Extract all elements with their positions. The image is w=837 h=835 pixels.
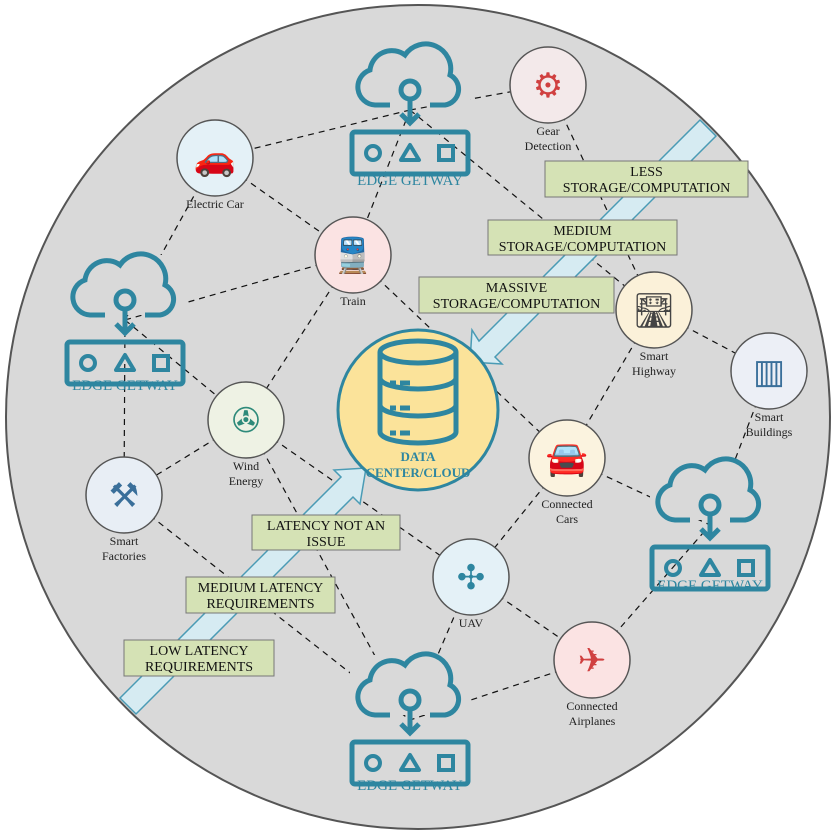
gear-icon: ⚙ <box>533 66 563 106</box>
node-ecar: 🚗 Electric Car <box>176 119 254 211</box>
node-label-line: Train <box>340 294 366 308</box>
connected-car-icon: 🚘 <box>546 439 588 479</box>
tier-label-line: LESS <box>630 165 663 180</box>
node-label-line: Gear <box>536 124 559 138</box>
tier-box-latency-none: LATENCY NOT ANISSUE <box>251 514 401 551</box>
drone-icon: ✣ <box>457 558 486 598</box>
robot-arm-icon: ⚒ <box>109 476 139 516</box>
data-center-label-line2: CENTER/CLOUD <box>366 465 471 480</box>
tier-label-line: ISSUE <box>307 535 346 550</box>
node-label-line: Airplanes <box>569 714 616 728</box>
node-label-line: Factories <box>102 549 146 563</box>
tier-box-massive: MASSIVESTORAGE/COMPUTATION <box>418 276 615 314</box>
gateway-label: EDGE GETWAY <box>72 378 178 394</box>
node-label-line: Cars <box>556 512 578 526</box>
tier-label-line: MASSIVE <box>486 281 547 296</box>
highway-icon: 🛣 <box>632 291 675 331</box>
tier-label-line: STORAGE/COMPUTATION <box>433 297 600 312</box>
tier-label-line: MEDIUM <box>553 224 612 239</box>
tier-label-line: STORAGE/COMPUTATION <box>563 181 730 196</box>
node-label-line: Smart <box>640 349 669 363</box>
data-center-label-line1: DATA <box>401 449 437 464</box>
tier-label-line: MEDIUM LATENCY <box>198 581 324 596</box>
tier-label-line: LATENCY NOT AN <box>267 519 385 534</box>
building-icon: ▥ <box>753 352 785 392</box>
tier-box-latency-low: LOW LATENCYREQUIREMENTS <box>123 639 275 677</box>
node-label-line: Buildings <box>746 425 793 439</box>
train-icon: 🚆 <box>332 236 374 276</box>
data-center: DATA CENTER/CLOUD <box>336 328 500 492</box>
tier-box-less: LESSSTORAGE/COMPUTATION <box>544 160 749 198</box>
node-label-line: Smart <box>755 410 784 424</box>
tier-box-latency-medium: MEDIUM LATENCYREQUIREMENTS <box>185 576 336 614</box>
electric-car-icon: 🚗 <box>194 139 236 179</box>
node-label-line: Smart <box>110 534 139 548</box>
node-label-line: Energy <box>229 474 263 488</box>
tier-label-line: REQUIREMENTS <box>145 660 253 675</box>
node-label-line: Detection <box>525 139 572 153</box>
gateway-label: EDGE GETWAY <box>357 778 463 794</box>
node-label-line: UAV <box>459 616 484 630</box>
tier-label-line: LOW LATENCY <box>150 644 249 659</box>
node-label-line: Connected <box>566 699 617 713</box>
airplane-icon: ✈ <box>578 641 607 681</box>
wind-turbine-icon: ✇ <box>232 401 261 441</box>
tier-box-medium: MEDIUMSTORAGE/COMPUTATION <box>487 219 678 256</box>
gateway-label: EDGE GETWAY <box>357 173 463 189</box>
node-label-line: Electric Car <box>186 197 244 211</box>
tier-label-line: STORAGE/COMPUTATION <box>499 240 666 255</box>
node-label-line: Highway <box>632 364 676 378</box>
tier-label-line: REQUIREMENTS <box>206 597 314 612</box>
gateway-label: EDGE GETWAY <box>657 578 763 594</box>
node-label-line: Wind <box>233 459 259 473</box>
edge-computing-diagram: LESSSTORAGE/COMPUTATIONMEDIUMSTORAGE/COM… <box>5 4 831 830</box>
node-label-line: Connected <box>541 497 592 511</box>
